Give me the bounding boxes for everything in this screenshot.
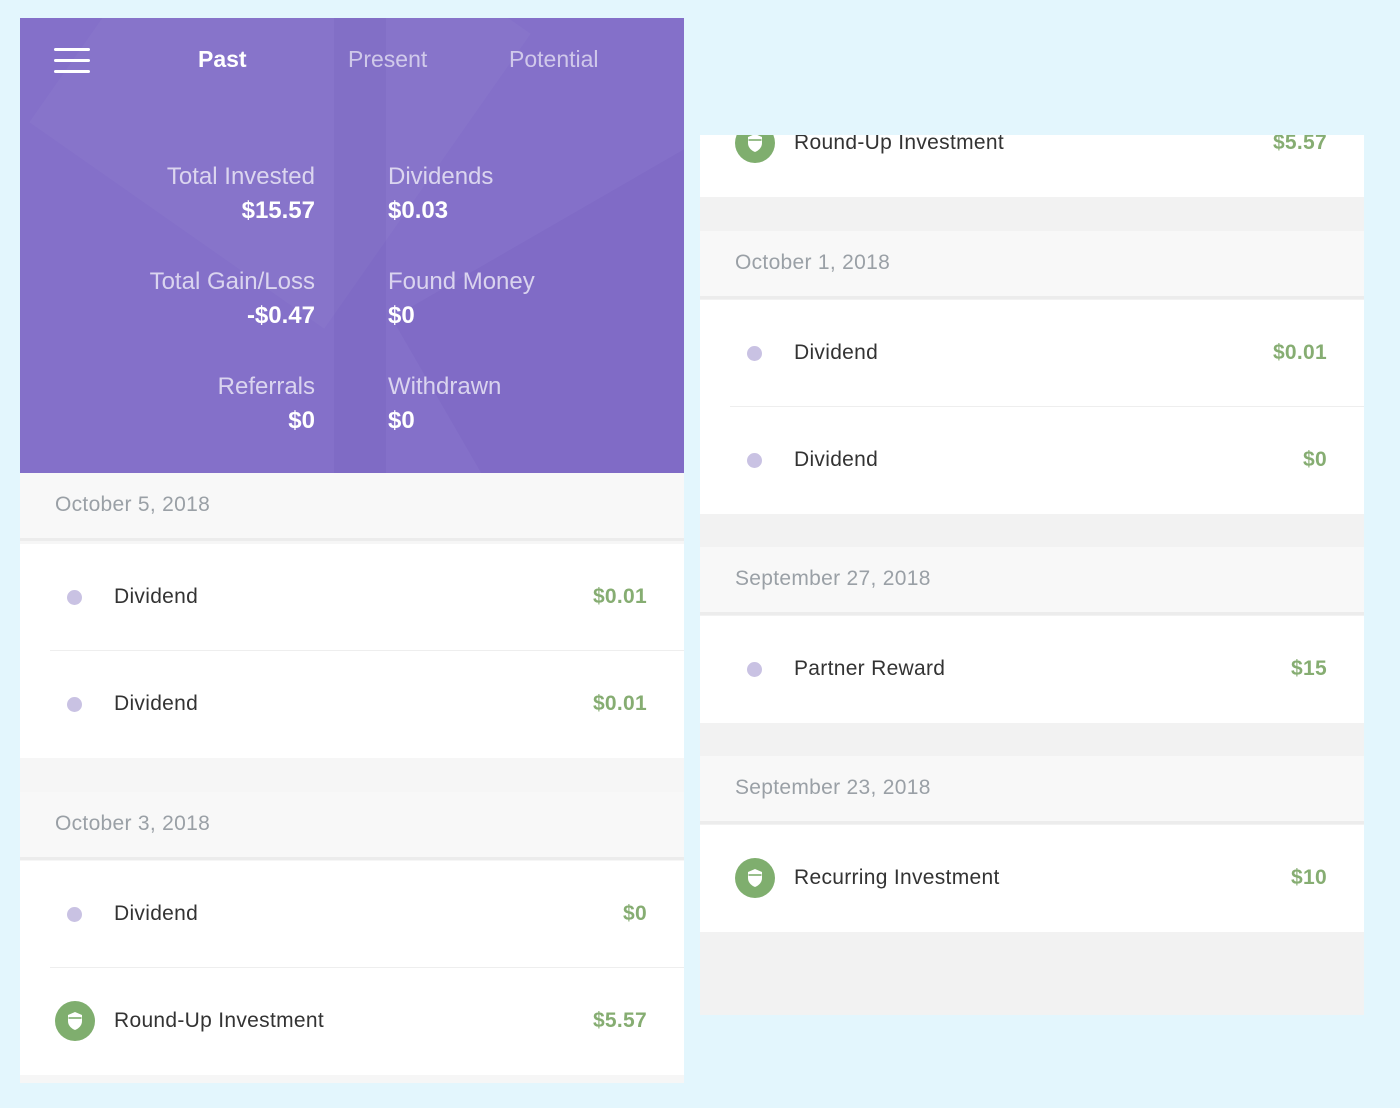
hamburger-menu-icon[interactable]	[54, 48, 92, 76]
transaction-row[interactable]: Round-Up Investment $5.57	[20, 968, 684, 1075]
stat-value: $0	[388, 407, 415, 434]
stat-label: Referrals	[217, 373, 315, 400]
transaction-name: Round-Up Investment	[794, 135, 1004, 154]
stat-label: Dividends	[388, 163, 494, 190]
summary-header: Past Present Potential Total Invested $1…	[20, 18, 684, 473]
transaction-amount: $0.01	[592, 692, 647, 715]
date-header: October 1, 2018	[700, 231, 1364, 299]
transaction-name: Dividend	[794, 341, 879, 364]
date-label: September 23, 2018	[735, 776, 931, 799]
date-header: October 5, 2018	[20, 473, 684, 541]
stat-referrals: Referrals $0	[55, 373, 315, 435]
dot-icon	[67, 907, 82, 922]
transaction-name: Partner Reward	[794, 657, 946, 680]
stat-dividends: Dividends $0.03	[388, 163, 648, 225]
acorn-shield-icon	[55, 1001, 95, 1041]
history-screen-right: Round-Up Investment $5.57 October 1, 201…	[700, 135, 1364, 1015]
stat-found-money: Found Money $0	[388, 268, 648, 330]
date-label: October 3, 2018	[55, 812, 211, 835]
stat-withdrawn: Withdrawn $0	[388, 373, 648, 435]
tab-potential[interactable]: Potential	[509, 46, 599, 73]
date-header: October 3, 2018	[20, 792, 684, 860]
stat-value: $0	[388, 302, 415, 329]
tab-past[interactable]: Past	[198, 46, 247, 73]
transaction-name: Dividend	[114, 902, 199, 925]
transaction-amount: $0.01	[592, 585, 647, 608]
date-label: October 1, 2018	[735, 251, 891, 274]
transaction-row[interactable]: Dividend $0	[700, 407, 1364, 514]
stat-value: $0.03	[388, 197, 449, 224]
dot-icon	[747, 346, 762, 361]
dot-icon	[747, 662, 762, 677]
dot-icon	[747, 453, 762, 468]
stat-value: $0	[288, 407, 315, 434]
stat-label: Total Invested	[166, 163, 315, 190]
transaction-row[interactable]: Dividend $0	[20, 861, 684, 968]
transaction-amount: $0.01	[1272, 341, 1327, 364]
stat-label: Total Gain/Loss	[149, 268, 315, 295]
transaction-name: Dividend	[114, 692, 199, 715]
transaction-row[interactable]: Recurring Investment $10	[700, 825, 1364, 932]
transaction-row[interactable]: Dividend $0.01	[700, 300, 1364, 407]
transaction-name: Round-Up Investment	[114, 1009, 324, 1032]
transaction-name: Dividend	[794, 448, 879, 471]
stat-value: -$0.47	[246, 302, 315, 329]
transaction-row[interactable]: Dividend $0.01	[20, 651, 684, 758]
transaction-row[interactable]: Dividend $0.01	[20, 544, 684, 651]
tab-present[interactable]: Present	[348, 46, 427, 73]
transaction-amount: $5.57	[1272, 135, 1327, 154]
dot-icon	[67, 697, 82, 712]
acorn-shield-icon	[735, 858, 775, 898]
transaction-amount: $0	[623, 902, 647, 925]
transaction-name: Recurring Investment	[794, 866, 1000, 889]
stat-value: $15.57	[241, 197, 315, 224]
transaction-row[interactable]: Round-Up Investment $5.57	[700, 135, 1364, 197]
stat-label: Withdrawn	[388, 373, 502, 400]
transaction-amount: $0	[1303, 448, 1327, 471]
transaction-amount: $15	[1291, 657, 1327, 680]
dot-icon	[67, 590, 82, 605]
stat-label: Found Money	[388, 268, 535, 295]
date-label: October 5, 2018	[55, 493, 211, 516]
transaction-row[interactable]: Partner Reward $15	[700, 616, 1364, 723]
transaction-name: Dividend	[114, 585, 199, 608]
stat-total-gain-loss: Total Gain/Loss -$0.47	[55, 268, 315, 330]
date-header: September 27, 2018	[700, 547, 1364, 615]
date-label: September 27, 2018	[735, 567, 931, 590]
transaction-amount: $5.57	[592, 1009, 647, 1032]
stat-total-invested: Total Invested $15.57	[55, 163, 315, 225]
history-screen-left: Past Present Potential Total Invested $1…	[20, 18, 684, 1083]
acorn-shield-icon	[735, 135, 775, 163]
transaction-amount: $10	[1291, 866, 1327, 889]
date-header: September 23, 2018	[700, 756, 1364, 824]
